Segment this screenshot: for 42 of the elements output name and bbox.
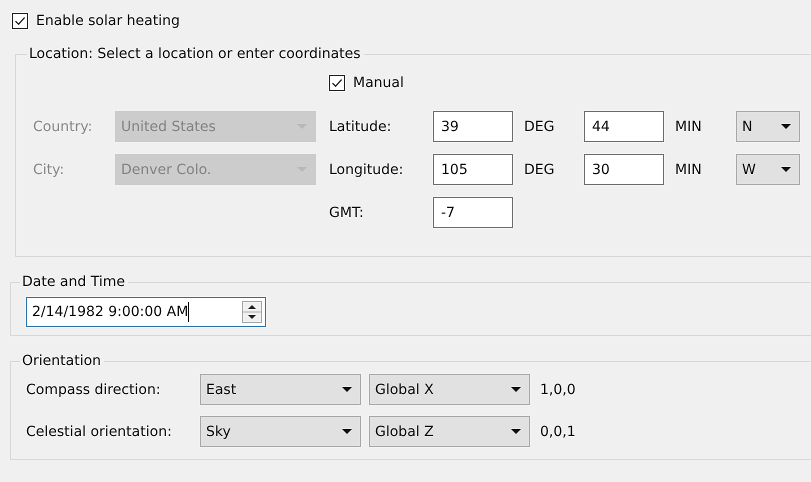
field-label: Compass direction: xyxy=(26,382,162,398)
group-title: Orientation xyxy=(21,352,102,370)
dropdown-arrow-icon xyxy=(342,386,352,392)
checkbox[interactable] xyxy=(12,13,28,29)
group-title: Date and Time xyxy=(21,273,126,291)
dropdown[interactable]: Global X xyxy=(369,374,530,405)
checkbox-label: Manual xyxy=(353,74,404,92)
unit-label: MIN xyxy=(674,118,703,134)
text-cursor xyxy=(188,302,190,322)
field-label: Latitude: xyxy=(329,118,392,134)
dropdown[interactable]: N xyxy=(736,111,800,142)
checkmark-icon xyxy=(14,15,26,27)
checkmark-icon xyxy=(331,77,343,89)
input-field[interactable]: 39 xyxy=(433,111,513,142)
unit-label: DEG xyxy=(523,118,556,134)
dropdown[interactable]: Sky xyxy=(200,416,361,447)
vector-value: 1,0,0 xyxy=(540,382,576,398)
unit-label: DEG xyxy=(523,162,556,178)
dropdown[interactable]: East xyxy=(200,374,361,405)
dropdown-arrow-icon xyxy=(511,428,521,434)
field-label: City: xyxy=(33,162,66,178)
field-label: Celestial orientation: xyxy=(26,424,173,440)
input-field[interactable]: 30 xyxy=(584,154,664,185)
input-field[interactable]: -7 xyxy=(433,197,513,228)
dropdown-arrow-icon xyxy=(342,428,352,434)
field-label: GMT: xyxy=(329,204,365,220)
group-title: Location: Select a location or enter coordinates xyxy=(28,45,362,63)
field-label: Country: xyxy=(33,118,94,134)
checkbox[interactable] xyxy=(329,75,345,91)
vector-value: 0,0,1 xyxy=(540,424,576,440)
input-field[interactable]: 105 xyxy=(433,154,513,185)
field-label: Longitude: xyxy=(329,162,404,178)
checkbox-label: Enable solar heating xyxy=(36,12,180,30)
spinner-icon[interactable] xyxy=(242,301,262,323)
dropdown[interactable]: W xyxy=(736,154,800,185)
unit-label: MIN xyxy=(674,162,703,178)
dropdown-arrow-icon xyxy=(781,166,791,172)
dropdown-arrow-icon xyxy=(511,386,521,392)
date-time-field[interactable]: 2/14/1982 9:00:00 AM xyxy=(26,297,266,327)
dropdown[interactable]: Global Z xyxy=(369,416,530,447)
input-field[interactable]: 44 xyxy=(584,111,664,142)
dropdown-arrow-icon xyxy=(781,124,791,130)
